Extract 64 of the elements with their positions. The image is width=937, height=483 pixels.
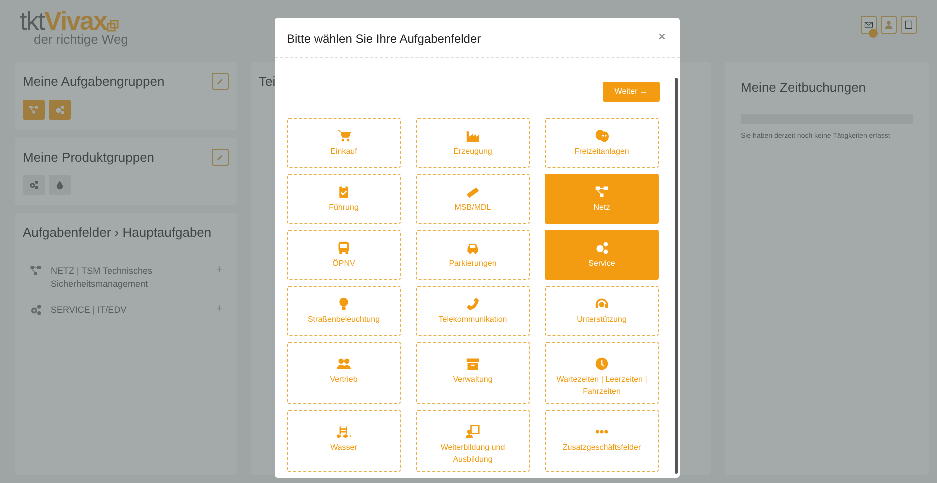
document-icon [904,20,914,30]
add-link[interactable]: + [216,304,223,314]
user-icon [884,20,894,30]
lightbulb-icon [337,297,351,311]
network-icon [595,185,609,199]
task-label: NETZ | TSM Technisches Sicherheitsmanagement [51,264,154,291]
card-title: Meine Produktgruppen [23,148,155,167]
category-tile[interactable]: ÖPNV [287,230,401,280]
logo-squares-icon [106,20,119,32]
category-tile[interactable]: Wasser [287,410,401,472]
presentation-icon [466,425,480,439]
network-icon [29,265,43,278]
headset-icon [595,297,609,311]
mail-icon [864,20,874,30]
task-label: SERVICE | IT/EDV [51,304,127,317]
category-tile[interactable]: Unterstützung [545,286,659,336]
clock-icon [595,357,609,371]
category-tile[interactable]: Wartezeiten | Leerzeiten | Fahrzeiten [545,342,659,404]
category-tile[interactable]: Führung [287,174,401,224]
drop-icon [55,180,65,190]
category-tile[interactable]: Erzeugung [416,118,530,168]
category-tile[interactable]: Vertrieb [287,342,401,404]
next-button[interactable]: Weiter → [602,82,660,102]
category-tile[interactable]: Telekommunikation [416,286,530,336]
add-link[interactable]: + [216,264,223,274]
group-button[interactable] [49,100,71,120]
edit-button[interactable] [212,73,229,90]
archive-box-icon [466,357,480,371]
people-icon [337,357,351,371]
factory-icon [466,129,480,143]
category-tile[interactable]: Einkauf [287,118,401,168]
category-tile[interactable]: Parkierungen [416,230,530,280]
category-tile[interactable]: MSB/MDL [416,174,530,224]
edit-button[interactable] [212,148,229,166]
category-tile[interactable]: Freizeitanlagen [545,118,659,168]
network-icon [29,104,39,114]
card-title: Tei [259,73,276,91]
category-tile[interactable]: Zusatzgeschäftsfelder [545,410,659,472]
document-button[interactable] [901,16,917,34]
close-button[interactable]: × [658,30,666,44]
card-title: Meine Aufgabengruppen [23,73,165,91]
phone-icon [466,297,480,311]
modal-title: Bitte wählen Sie Ihre Aufgabenfelder [287,31,482,48]
logo-text: tkt [20,8,44,34]
group-button[interactable] [23,100,45,120]
pencil-icon [216,77,225,86]
group-button[interactable] [49,175,71,195]
logo-tagline: der richtige Weg [34,34,128,46]
category-tile[interactable]: Service [545,230,659,280]
cart-icon [337,129,351,143]
group-button[interactable] [23,175,45,195]
category-tile[interactable]: Straßenbeleuchtung [287,286,401,336]
mail-button[interactable] [861,16,877,34]
card-title: Meine Zeitbuchungen [741,79,868,97]
scrollbar[interactable] [675,78,678,474]
category-tile[interactable]: Weiterbildung und Ausbildung [416,410,530,472]
clipboard-icon [337,185,351,199]
category-tile[interactable]: Netz [545,174,659,224]
pool-ladder-icon [337,425,351,439]
card-title: Aufgabenfelder › Hauptaufgaben [23,224,213,242]
logo-brand-text: Vivax [44,8,107,34]
pencil-icon [216,152,225,162]
category-tile[interactable]: Verwaltung [416,342,530,404]
bus-icon [337,241,351,255]
